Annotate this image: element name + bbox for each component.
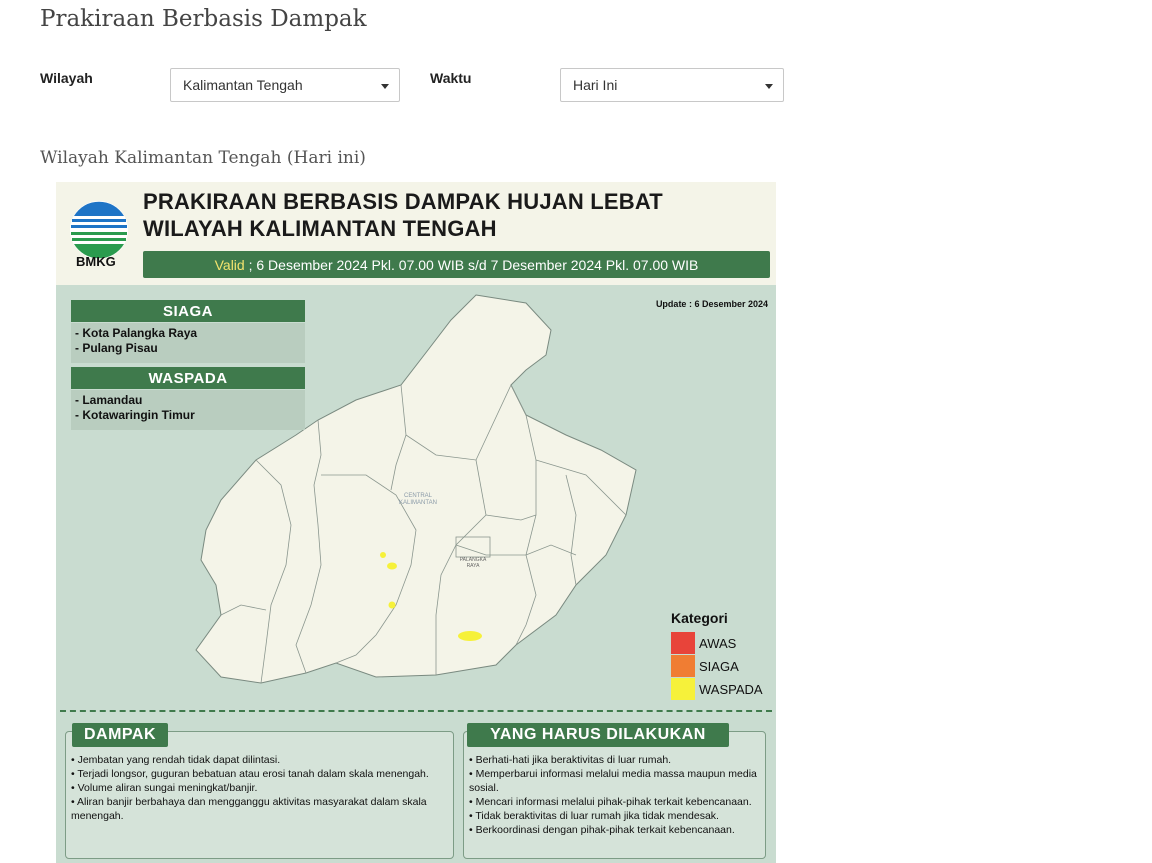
legend-item-siaga: SIAGA [671,655,739,677]
legend-item-awas: AWAS [671,632,736,654]
infographic-title: PRAKIRAAN BERBASIS DAMPAK HUJAN LEBAT WI… [143,188,663,242]
legend-label: SIAGA [699,658,739,674]
dampak-item: • Volume aliran sungai meningkat/banjir. [71,782,258,794]
waspada-area-item: - Kotawaringin Timur [75,408,195,422]
dampak-item: • Jembatan yang rendah tidak dapat dilin… [71,754,281,766]
legend-label: WASPADA [699,681,763,697]
tindakan-heading: YANG HARUS DILAKUKAN [467,723,729,747]
infographic-title-line2: WILAYAH KALIMANTAN TENGAH [143,216,497,241]
validity-bar: Valid ; 6 Desember 2024 Pkl. 07.00 WIB s… [143,251,770,278]
page-title: Prakiraan Berbasis Dampak [40,6,367,32]
tindakan-item: • Tidak beraktivitas di luar rumah jika … [469,810,719,822]
validity-period: ; 6 Desember 2024 Pkl. 07.00 WIB s/d 7 D… [244,256,699,273]
dampak-panel: • Jembatan yang rendah tidak dapat dilin… [65,731,454,859]
waktu-select[interactable]: Hari Ini [560,68,784,102]
waktu-select-value: Hari Ini [573,77,618,93]
waspada-heading: WASPADA [71,367,305,389]
map-label-region: CENTRAL [404,493,433,499]
tindakan-item: • Berhati-hati jika beraktivitas di luar… [469,754,672,766]
chevron-down-icon [381,84,389,89]
siaga-heading: SIAGA [71,300,305,322]
siaga-area-item: - Pulang Pisau [75,341,158,355]
legend-title: Kategori [671,610,728,626]
legend-label: AWAS [699,635,737,651]
tindakan-item: • Berkoordinasi dengan pihak-pihak terka… [469,824,735,836]
map-label-city: RAYA [467,563,481,569]
siaga-area-item: - Kota Palangka Raya [75,326,198,340]
tindakan-panel: • Berhati-hati jika beraktivitas di luar… [463,731,766,859]
bmkg-logo-text: BMKG [76,254,116,269]
waspada-area-item: - Lamandau [75,393,143,407]
wilayah-select-value: Kalimantan Tengah [183,77,303,93]
siaga-areas: - Kota Palangka Raya - Pulang Pisau [71,323,305,363]
dampak-item: • Terjadi longsor, guguran bebatuan atau… [71,768,429,780]
waspada-swatch [671,678,695,700]
valid-word: Valid [214,256,245,273]
chevron-down-icon [765,84,773,89]
tindakan-item: • Memperbarui informasi melalui media ma… [469,768,757,794]
legend-item-waspada: WASPADA [671,678,763,700]
tindakan-item: • Mencari informasi melalui pihak-pihak … [469,796,752,808]
impact-forecast-infographic: BMKG PRAKIRAAN BERBASIS DAMPAK HUJAN LEB… [56,182,776,863]
infographic-header: BMKG PRAKIRAAN BERBASIS DAMPAK HUJAN LEB… [56,182,776,285]
infographic-title-line1: PRAKIRAAN BERBASIS DAMPAK HUJAN LEBAT [143,189,663,214]
dampak-heading: DAMPAK [72,723,168,747]
map-label-region: KALIMANTAN [399,500,437,506]
waktu-label: Waktu [430,70,472,86]
wilayah-select[interactable]: Kalimantan Tengah [170,68,400,102]
awas-swatch [671,632,695,654]
siaga-swatch [671,655,695,677]
dampak-item: • Aliran banjir berbahaya dan mengganggu… [71,796,427,822]
waspada-areas: - Lamandau - Kotawaringin Timur [71,390,305,430]
region-subtitle: Wilayah Kalimantan Tengah (Hari ini) [40,148,366,168]
wilayah-label: Wilayah [40,70,93,86]
section-divider [60,710,772,712]
